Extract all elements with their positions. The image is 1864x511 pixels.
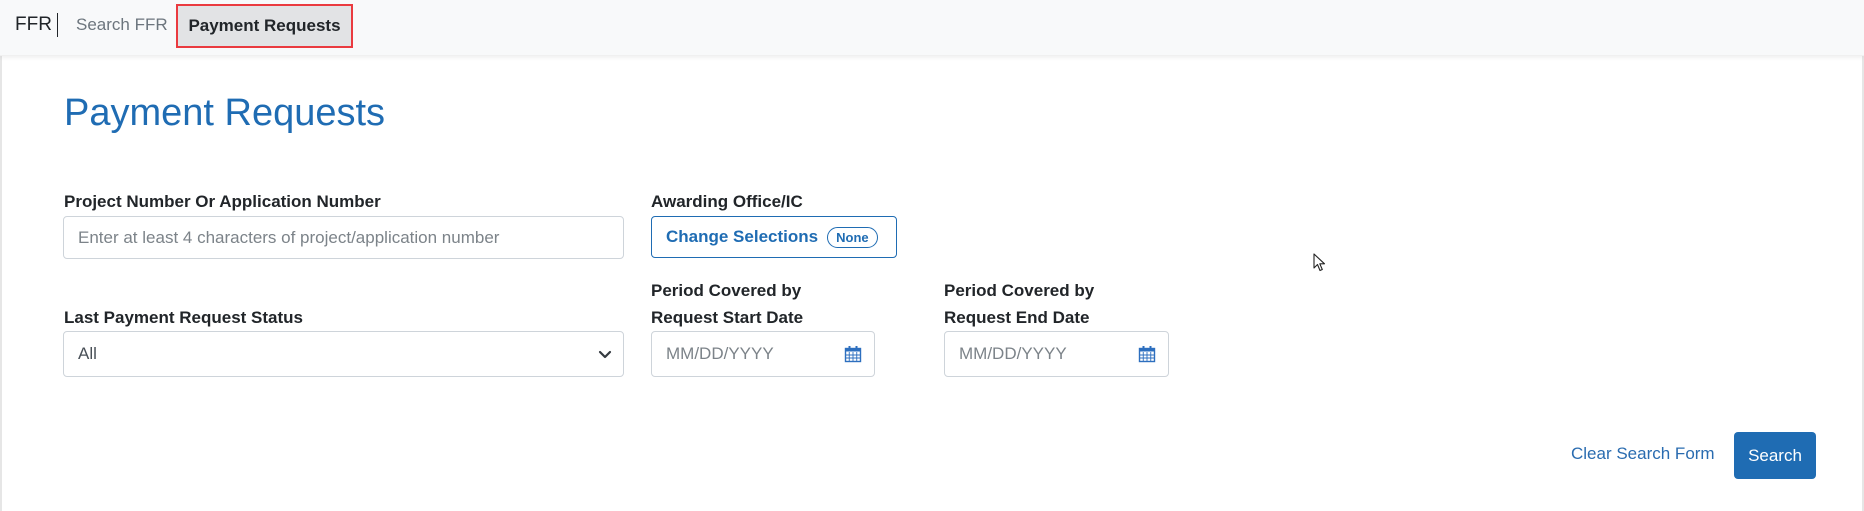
search-button[interactable]: Search <box>1734 432 1816 479</box>
project-number-label: Project Number Or Application Number <box>64 192 381 211</box>
chevron-down-icon <box>598 350 612 359</box>
start-date-input[interactable]: MM/DD/YYYY <box>651 331 875 377</box>
clear-search-form-link[interactable]: Clear Search Form <box>1571 444 1715 464</box>
selection-count-badge: None <box>827 226 878 248</box>
calendar-icon[interactable] <box>1138 345 1156 363</box>
change-selections-button[interactable]: Change Selections None <box>651 216 897 258</box>
start-date-label-line1: Period Covered by <box>651 281 802 300</box>
nav-search-ffr[interactable]: Search FFR <box>76 15 168 35</box>
last-status-select[interactable]: All <box>63 331 624 377</box>
top-navbar: FFR Search FFR Payment Requests <box>0 0 1864 56</box>
calendar-icon[interactable] <box>844 345 862 363</box>
end-date-input[interactable]: MM/DD/YYYY <box>944 331 1169 377</box>
awarding-office-label: Awarding Office/IC <box>651 192 803 211</box>
project-number-placeholder: Enter at least 4 characters of project/a… <box>78 227 500 247</box>
project-number-input[interactable]: Enter at least 4 characters of project/a… <box>63 216 624 259</box>
end-date-placeholder: MM/DD/YYYY <box>959 344 1067 363</box>
brand-divider <box>57 13 58 37</box>
change-selections-label: Change Selections <box>666 227 819 246</box>
brand-ffr[interactable]: FFR <box>15 14 52 36</box>
start-date-label-line2: Request Start Date <box>651 308 804 327</box>
page-title: Payment Requests <box>64 92 386 134</box>
last-status-selected: All <box>78 344 97 363</box>
last-status-label: Last Payment Request Status <box>64 308 304 327</box>
end-date-label-line2: Request End Date <box>944 308 1090 327</box>
start-date-placeholder: MM/DD/YYYY <box>666 344 774 363</box>
end-date-label: Period Covered by Request End Date <box>944 277 1094 331</box>
nav-payment-requests[interactable]: Payment Requests <box>176 4 353 48</box>
end-date-label-line1: Period Covered by <box>944 281 1095 300</box>
start-date-label: Period Covered by Request Start Date <box>651 277 803 331</box>
mouse-cursor-icon <box>1313 253 1326 272</box>
